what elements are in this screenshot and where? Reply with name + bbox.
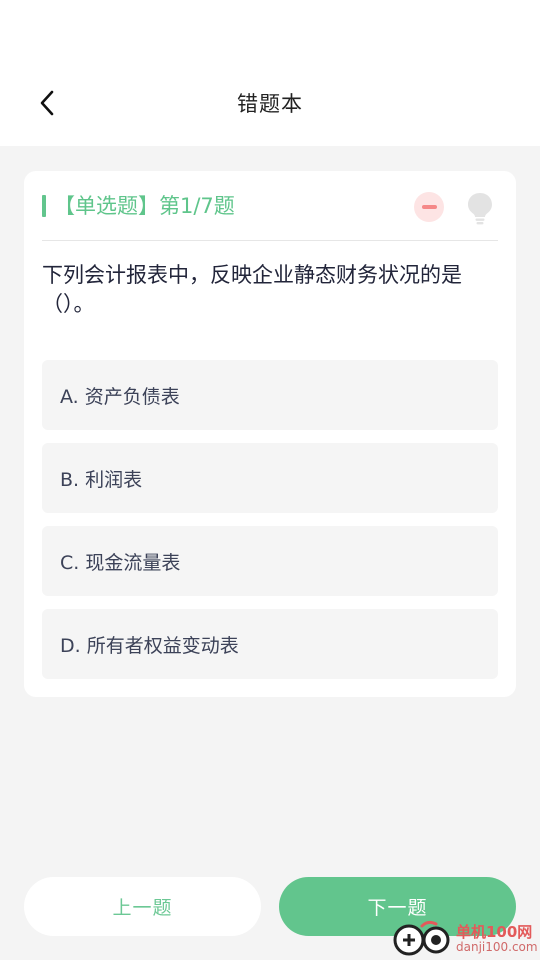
question-type-label: 【单选题】第1/7题 (54, 194, 235, 218)
page-title: 错题本 (237, 92, 303, 116)
hint-button[interactable] (465, 191, 495, 225)
option-d[interactable]: D. 所有者权益变动表 (42, 609, 498, 679)
watermark-logo-icon (393, 920, 450, 956)
remove-from-wrong-book-button[interactable] (414, 192, 444, 222)
app-screen: 错题本 【单选题】第1/7题 下列会计报表中，反映企业静态财务状况的是（）。 A… (0, 0, 540, 960)
option-c[interactable]: C. 现金流量表 (42, 526, 498, 596)
top-bar: 错题本 (0, 0, 540, 146)
question-text: 下列会计报表中，反映企业静态财务状况的是（）。 (42, 263, 462, 316)
question-card: 【单选题】第1/7题 下列会计报表中，反映企业静态财务状况的是（）。 A. 资产… (24, 171, 516, 697)
watermark: 单机100网 danji100.com (392, 920, 540, 960)
question-header: 【单选题】第1/7题 (42, 191, 498, 241)
lightbulb-icon (468, 193, 492, 225)
watermark-domain: danji100.com (456, 940, 538, 954)
previous-question-button[interactable]: 上一题 (24, 877, 261, 936)
accent-bar (42, 195, 46, 217)
option-a[interactable]: A. 资产负债表 (42, 360, 498, 430)
option-b[interactable]: B. 利润表 (42, 443, 498, 513)
minus-circle-icon (421, 205, 437, 209)
watermark-name: 单机100网 (456, 923, 533, 941)
